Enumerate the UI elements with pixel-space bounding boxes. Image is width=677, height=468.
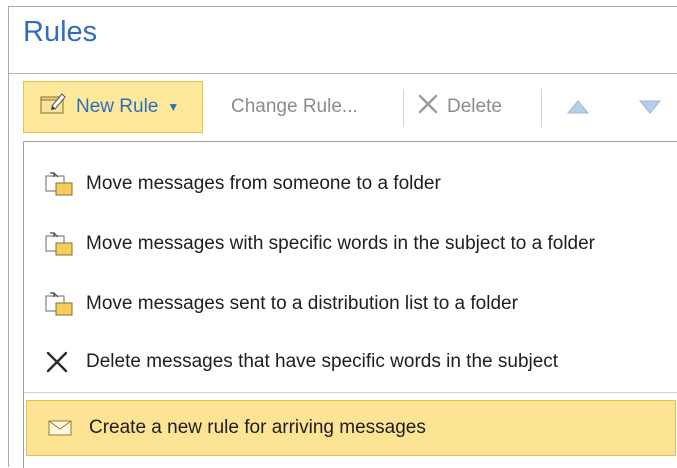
move-down-button[interactable] bbox=[635, 97, 665, 121]
rules-toolbar: New Rule ▼ Change Rule... Delete bbox=[9, 75, 677, 139]
delete-button[interactable]: Delete bbox=[417, 81, 532, 133]
new-rule-button[interactable]: New Rule ▼ bbox=[23, 81, 203, 133]
delete-icon bbox=[417, 93, 439, 121]
menu-item-move-distribution-list[interactable]: Move messages sent to a distribution lis… bbox=[24, 276, 677, 332]
new-rule-menu: Move messages from someone to a folder M… bbox=[23, 141, 677, 468]
arrow-up-icon bbox=[566, 98, 590, 121]
new-rule-icon bbox=[38, 91, 68, 123]
delete-x-icon bbox=[44, 350, 80, 374]
change-rule-label: Change Rule... bbox=[231, 96, 358, 117]
menu-item-label: Delete messages that have specific words… bbox=[86, 351, 559, 372]
menu-item-move-from-someone[interactable]: Move messages from someone to a folder bbox=[24, 156, 677, 212]
menu-item-create-new-rule[interactable]: Create a new rule for arriving messages bbox=[26, 400, 676, 456]
arrow-down-icon bbox=[638, 98, 662, 121]
move-up-button[interactable] bbox=[563, 97, 593, 121]
rules-panel: Rules New Rule ▼ Change Rule... Delete M… bbox=[8, 6, 677, 468]
delete-label: Delete bbox=[447, 96, 502, 117]
menu-divider bbox=[24, 392, 677, 393]
menu-item-delete-specific-words[interactable]: Delete messages that have specific words… bbox=[24, 334, 677, 390]
envelope-icon bbox=[47, 418, 83, 438]
menu-item-label: Create a new rule for arriving messages bbox=[89, 417, 426, 438]
menu-item-move-specific-words[interactable]: Move messages with specific words in the… bbox=[24, 216, 677, 272]
title-divider bbox=[9, 73, 677, 74]
new-rule-label: New Rule bbox=[76, 96, 159, 117]
rule-folder-icon bbox=[44, 291, 80, 317]
change-rule-button[interactable]: Change Rule... bbox=[231, 81, 391, 133]
menu-item-label: Move messages from someone to a folder bbox=[86, 173, 441, 194]
toolbar-divider bbox=[541, 89, 542, 127]
menu-item-label: Move messages with specific words in the… bbox=[86, 233, 596, 254]
page-title: Rules bbox=[23, 16, 98, 48]
toolbar-divider bbox=[403, 89, 404, 127]
menu-item-label: Move messages sent to a distribution lis… bbox=[86, 293, 518, 314]
rule-folder-icon bbox=[44, 171, 80, 197]
chevron-down-icon: ▼ bbox=[167, 100, 180, 114]
rule-folder-icon bbox=[44, 231, 80, 257]
